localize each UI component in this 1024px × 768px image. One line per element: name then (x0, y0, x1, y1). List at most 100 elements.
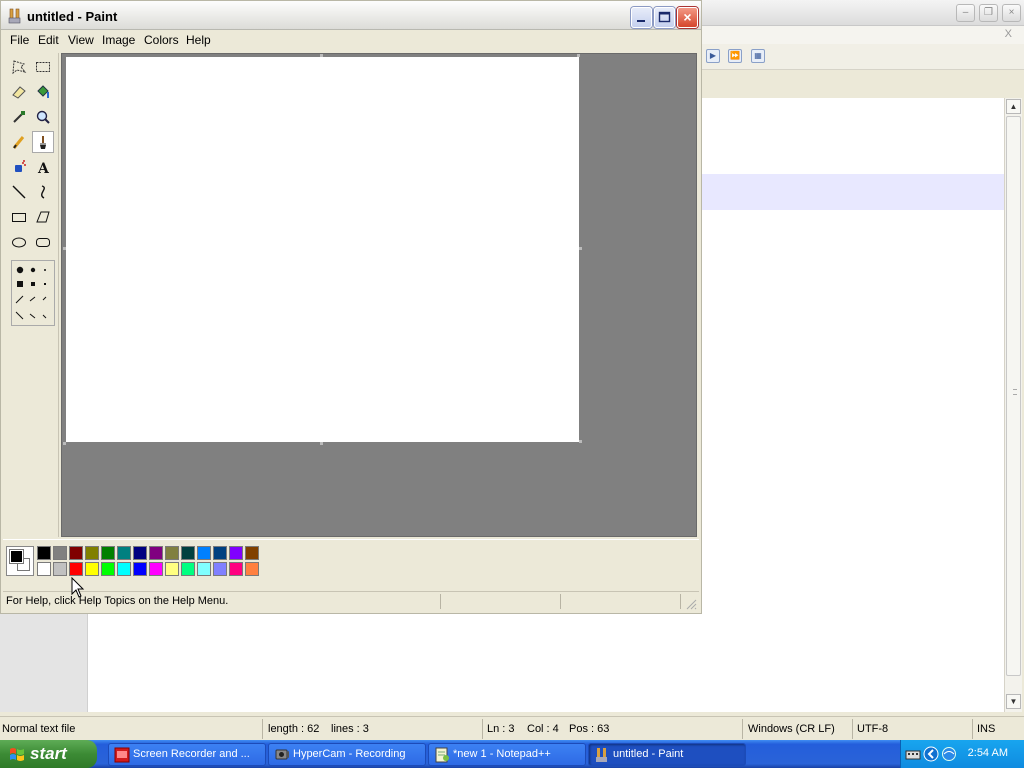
notepadpp-icon (435, 747, 449, 763)
palette-swatch[interactable] (213, 546, 227, 560)
palette-swatch[interactable] (245, 546, 259, 560)
start-button[interactable]: start (0, 740, 97, 768)
resize-handle[interactable] (63, 247, 66, 250)
brush-shape-options[interactable] (11, 260, 55, 326)
status-ln: Ln : 3 (487, 723, 515, 735)
palette-swatch[interactable] (197, 546, 211, 560)
menu-colors[interactable]: Colors (144, 33, 179, 47)
color-picker-icon[interactable] (8, 106, 30, 128)
menu-view[interactable]: View (68, 33, 94, 47)
drawing-canvas[interactable] (66, 57, 579, 442)
palette-swatch[interactable] (133, 562, 147, 576)
status-lines: lines : 3 (331, 723, 369, 735)
resize-handle[interactable] (320, 54, 323, 57)
windows-logo-icon (10, 748, 24, 761)
palette-swatch[interactable] (37, 562, 51, 576)
rect-select-icon[interactable] (32, 56, 54, 78)
status-eol: Windows (CR LF) (748, 723, 835, 735)
keyboard-tray-icon[interactable] (905, 746, 921, 762)
taskbar-clock[interactable]: 2:54 AM (968, 747, 1008, 759)
run-macro-multiple-icon[interactable]: ⏩ (728, 49, 742, 63)
palette-swatch[interactable] (181, 546, 195, 560)
network-tray-icon[interactable] (941, 746, 957, 762)
palette-swatch[interactable] (117, 562, 131, 576)
editor-vertical-scrollbar[interactable]: ▲ ▼ (1004, 98, 1022, 712)
current-colors[interactable] (6, 546, 34, 576)
scroll-up-arrow[interactable]: ▲ (1006, 99, 1021, 114)
paint-titlebar[interactable]: untitled - Paint × (1, 1, 701, 30)
palette-swatch[interactable] (85, 562, 99, 576)
paint-app-icon (8, 8, 21, 24)
line-tool-icon[interactable] (8, 181, 30, 203)
palette-swatch[interactable] (213, 562, 227, 576)
show-hidden-icons-icon[interactable] (923, 746, 939, 762)
notepadpp-statusbar: Normal text file length : 62 lines : 3 L… (0, 716, 1024, 740)
ellipse-tool-icon[interactable] (8, 231, 30, 253)
taskbar-item-screen-recorder[interactable]: Screen Recorder and ... (108, 743, 266, 766)
resize-handle[interactable] (579, 440, 582, 443)
palette-swatch[interactable] (181, 562, 195, 576)
menu-file[interactable]: File (10, 33, 29, 47)
rounded-rect-tool-icon[interactable] (32, 231, 54, 253)
notepadpp-restore-button[interactable]: ❐ (979, 4, 998, 22)
paint-minimize-button[interactable] (631, 7, 652, 28)
screen-recorder-icon (114, 747, 130, 763)
free-form-select-icon[interactable] (8, 56, 30, 78)
palette-swatch[interactable] (165, 546, 179, 560)
fill-bucket-icon[interactable] (32, 81, 54, 103)
palette-swatch[interactable] (197, 562, 211, 576)
palette-swatch[interactable] (101, 562, 115, 576)
palette-swatch[interactable] (149, 562, 163, 576)
curve-tool-icon[interactable] (32, 181, 54, 203)
eraser-icon[interactable] (8, 81, 30, 103)
menu-help[interactable]: Help (186, 33, 211, 47)
taskbar-item-paint[interactable]: untitled - Paint (588, 743, 746, 766)
svg-text:A: A (37, 161, 50, 175)
foreground-color-swatch (9, 549, 24, 564)
palette-swatch[interactable] (117, 546, 131, 560)
taskbar-item-hypercam[interactable]: HyperCam - Recording (268, 743, 426, 766)
palette-swatch[interactable] (149, 546, 163, 560)
palette-swatch[interactable] (133, 546, 147, 560)
menu-image[interactable]: Image (102, 33, 135, 47)
resize-handle[interactable] (63, 442, 66, 445)
brush-icon[interactable] (32, 131, 54, 153)
airbrush-icon[interactable] (8, 156, 30, 178)
magnifier-icon[interactable] (32, 106, 54, 128)
notepadpp-minimize-button[interactable]: – (956, 4, 975, 22)
taskbar-item-label: *new 1 - Notepad++ (453, 748, 551, 760)
paint-close-button[interactable]: × (677, 7, 698, 28)
status-pos: Pos : 63 (569, 723, 610, 735)
palette-swatch[interactable] (101, 546, 115, 560)
palette-swatch[interactable] (53, 562, 67, 576)
scroll-down-arrow[interactable]: ▼ (1006, 694, 1021, 709)
palette-swatch[interactable] (69, 546, 83, 560)
resize-handle[interactable] (577, 54, 580, 57)
play-macro-icon[interactable]: ▶ (706, 49, 720, 63)
taskbar-item-notepadpp[interactable]: *new 1 - Notepad++ (428, 743, 586, 766)
polygon-tool-icon[interactable] (32, 206, 54, 228)
palette-swatch[interactable] (245, 562, 259, 576)
status-length: length : 62 (268, 723, 320, 735)
palette-swatch[interactable] (37, 546, 51, 560)
palette-swatch[interactable] (85, 546, 99, 560)
paint-maximize-button[interactable] (654, 7, 675, 28)
taskbar-item-label: untitled - Paint (613, 748, 684, 760)
resize-handle[interactable] (579, 247, 582, 250)
status-col: Col : 4 (527, 723, 559, 735)
palette-swatch[interactable] (53, 546, 67, 560)
palette-swatch[interactable] (165, 562, 179, 576)
pencil-icon[interactable] (8, 131, 30, 153)
text-tool-icon[interactable]: A (32, 156, 54, 178)
menu-edit[interactable]: Edit (38, 33, 59, 47)
palette-swatch[interactable] (229, 546, 243, 560)
palette-swatch[interactable] (229, 562, 243, 576)
notepadpp-close-button[interactable]: × (1002, 4, 1021, 22)
rectangle-tool-icon[interactable] (8, 206, 30, 228)
scroll-thumb[interactable] (1006, 116, 1021, 676)
resize-handle[interactable] (320, 442, 323, 445)
resize-grip-icon[interactable] (685, 598, 697, 610)
palette-swatch[interactable] (69, 562, 83, 576)
close-document-icon[interactable]: X (1005, 28, 1012, 40)
save-macro-icon[interactable]: ▦ (751, 49, 765, 63)
